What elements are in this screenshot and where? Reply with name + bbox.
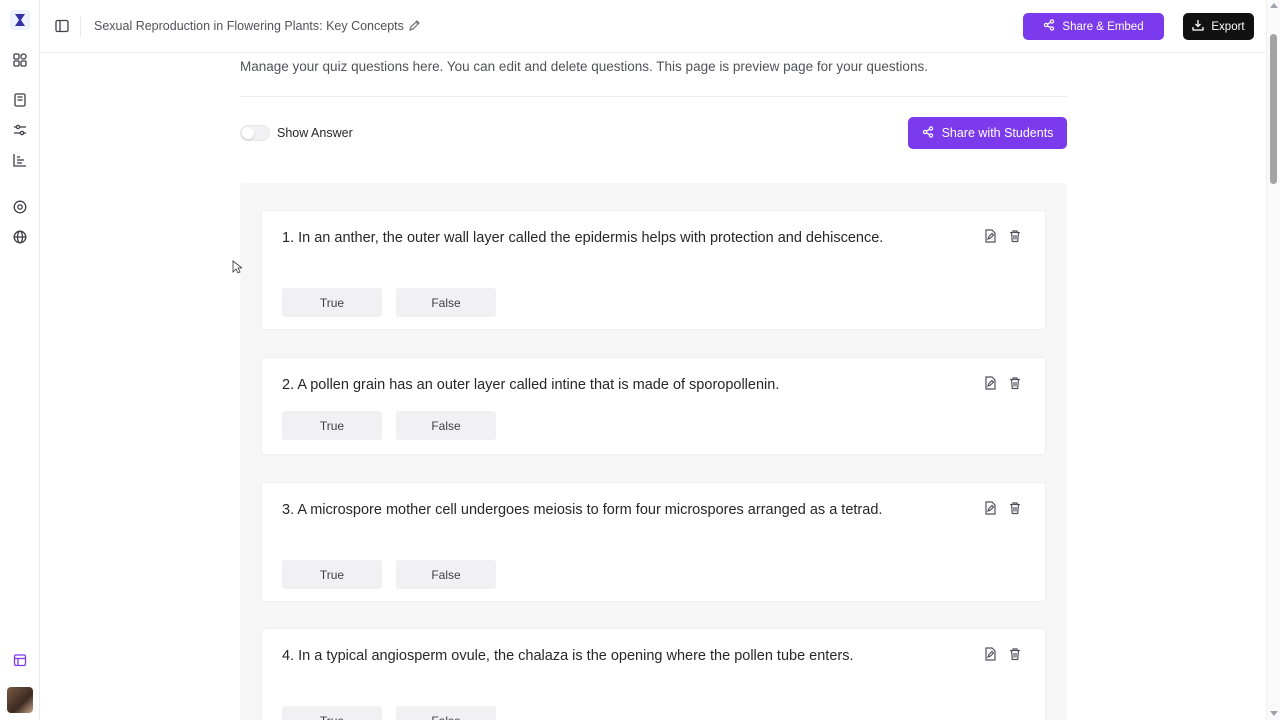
option-false-button[interactable]: False bbox=[396, 560, 496, 589]
sliders-icon[interactable] bbox=[12, 122, 28, 138]
share-embed-label: Share & Embed bbox=[1062, 20, 1144, 33]
chart-icon[interactable] bbox=[12, 152, 28, 168]
question-text: 4. In a typical angiosperm ovule, the ch… bbox=[282, 648, 854, 664]
export-label: Export bbox=[1211, 20, 1245, 33]
edit-icon[interactable] bbox=[983, 229, 997, 243]
edit-icon[interactable] bbox=[983, 501, 997, 515]
share-embed-button[interactable]: Share & Embed bbox=[1023, 13, 1164, 40]
share-icon bbox=[1043, 19, 1055, 34]
chat-icon[interactable] bbox=[12, 199, 28, 215]
left-rail bbox=[0, 0, 40, 720]
toggle-knob bbox=[242, 127, 254, 139]
question-text: 2. A pollen grain has an outer layer cal… bbox=[282, 377, 780, 393]
avatar[interactable] bbox=[7, 687, 33, 713]
option-true-button[interactable]: True bbox=[282, 411, 382, 440]
export-button[interactable]: Export bbox=[1183, 13, 1254, 40]
question-text: 1. In an anther, the outer wall layer ca… bbox=[282, 230, 884, 246]
question-card: 3. A microspore mother cell undergoes me… bbox=[261, 482, 1046, 602]
mouse-cursor-icon bbox=[232, 260, 242, 274]
trash-icon[interactable] bbox=[1008, 376, 1022, 390]
scrollbar-thumb[interactable] bbox=[1270, 34, 1277, 184]
trash-icon[interactable] bbox=[1008, 647, 1022, 661]
share-with-students-button[interactable]: Share with Students bbox=[908, 117, 1067, 149]
option-false-button[interactable]: False bbox=[396, 288, 496, 317]
question-card: 2. A pollen grain has an outer layer cal… bbox=[261, 357, 1046, 455]
option-true-button[interactable]: True bbox=[282, 560, 382, 589]
option-false-button[interactable]: False bbox=[396, 706, 496, 720]
logo-icon[interactable] bbox=[10, 10, 30, 30]
book-icon[interactable] bbox=[12, 92, 28, 108]
sidebar-toggle-icon[interactable] bbox=[55, 19, 69, 33]
question-card: 1. In an anther, the outer wall layer ca… bbox=[261, 210, 1046, 330]
globe-icon[interactable] bbox=[12, 229, 28, 245]
trash-icon[interactable] bbox=[1008, 229, 1022, 243]
divider bbox=[80, 16, 81, 36]
question-card: 4. In a typical angiosperm ovule, the ch… bbox=[261, 628, 1046, 720]
option-true-button[interactable]: True bbox=[282, 706, 382, 720]
show-answer-toggle[interactable] bbox=[240, 125, 270, 141]
edit-icon[interactable] bbox=[983, 647, 997, 661]
option-true-button[interactable]: True bbox=[282, 288, 382, 317]
page-title: Sexual Reproduction in Flowering Plants:… bbox=[94, 19, 404, 33]
trash-icon[interactable] bbox=[1008, 501, 1022, 515]
pencil-icon[interactable] bbox=[408, 19, 421, 32]
content-divider bbox=[240, 96, 1067, 97]
share-with-students-label: Share with Students bbox=[941, 126, 1054, 140]
page-description: Manage your quiz questions here. You can… bbox=[240, 59, 928, 74]
apps-icon[interactable] bbox=[12, 52, 28, 68]
scroll-down-arrow-icon[interactable] bbox=[1270, 711, 1278, 716]
option-false-button[interactable]: False bbox=[396, 411, 496, 440]
edit-icon[interactable] bbox=[983, 376, 997, 390]
share-icon bbox=[922, 125, 934, 141]
vertical-scrollbar[interactable] bbox=[1266, 0, 1280, 720]
scroll-up-arrow-icon[interactable] bbox=[1270, 3, 1278, 8]
question-text: 3. A microspore mother cell undergoes me… bbox=[282, 502, 883, 518]
calendar-icon[interactable] bbox=[12, 652, 28, 668]
show-answer-label: Show Answer bbox=[277, 126, 353, 140]
download-icon bbox=[1192, 19, 1205, 34]
